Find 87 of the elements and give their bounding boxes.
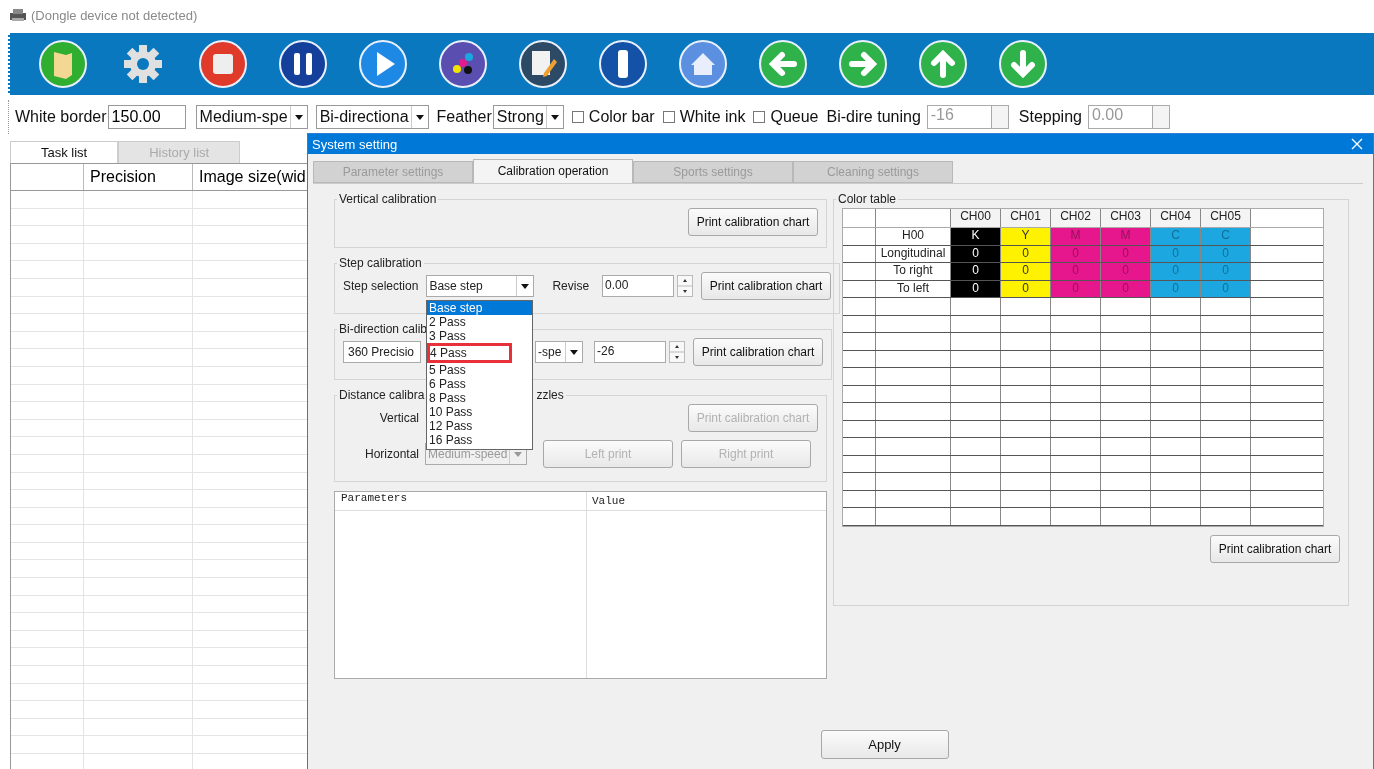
table-cell: 0 xyxy=(1051,263,1101,280)
step-option[interactable]: 6 Pass xyxy=(427,377,532,391)
step-option[interactable]: 5 Pass xyxy=(427,363,532,377)
step-option[interactable]: 3 Pass xyxy=(427,329,532,343)
horizontal-label: Horizontal xyxy=(363,447,419,461)
step-dropdown[interactable]: Base step xyxy=(426,275,535,297)
print-chart-button[interactable]: Print calibration chart xyxy=(1210,534,1340,563)
precision-dropdown[interactable]: 360 Precisio xyxy=(343,341,421,363)
spinner-arrows-icon[interactable] xyxy=(677,275,694,297)
print-chart-button[interactable]: Print calibration chart xyxy=(693,338,823,366)
home-icon[interactable] xyxy=(678,39,728,89)
table-cell: 0 xyxy=(1151,263,1201,280)
play-icon[interactable] xyxy=(358,39,408,89)
table-cell: 0 xyxy=(951,263,1001,280)
column-header: Parameters xyxy=(335,492,587,510)
feather-label: Feather xyxy=(436,108,492,126)
table-cell: 0 xyxy=(1201,263,1251,280)
table-cell: K xyxy=(951,228,1001,245)
app-status-title: (Dongle device not detected) xyxy=(31,7,198,23)
column-header: CH02 xyxy=(1051,209,1101,227)
column-header: CH03 xyxy=(1101,209,1151,227)
group-title: Color table xyxy=(837,192,898,206)
arrow-down-icon[interactable] xyxy=(998,39,1048,89)
dialog-title: System setting xyxy=(312,136,398,152)
caret-icon xyxy=(415,114,424,120)
column-header: Image size(wid xyxy=(198,167,307,187)
table-cell: M xyxy=(1101,228,1151,245)
group-title: Distance calibra xyxy=(339,388,425,402)
caret-icon xyxy=(550,114,559,120)
border-setting-field[interactable]: 150.00 xyxy=(107,105,186,129)
print-chart-button[interactable]: Print calibration chart xyxy=(701,272,832,300)
caret-icon xyxy=(570,349,578,355)
checkbox-option[interactable]: Queue xyxy=(753,108,819,126)
table-cell: 0 xyxy=(1101,263,1151,280)
folder-icon[interactable] xyxy=(38,39,88,89)
vertical-label: Vertical xyxy=(378,411,419,425)
stepping-label: Stepping xyxy=(1018,108,1082,126)
group-title: zzles xyxy=(536,388,564,402)
column-header: Precision xyxy=(84,164,193,190)
apply-button[interactable]: Apply xyxy=(820,730,949,759)
caret-icon xyxy=(294,114,303,120)
revise-field[interactable]: 0.00 xyxy=(602,275,675,297)
settings-tab[interactable]: Calibration operation xyxy=(473,159,633,183)
step-option[interactable]: 8 Pass xyxy=(427,391,532,405)
caret-icon xyxy=(521,283,530,289)
step-option[interactable]: 10 Pass xyxy=(427,405,532,419)
table-cell: C xyxy=(1151,228,1201,245)
table-cell: C xyxy=(1201,228,1251,245)
table-cell: 0 xyxy=(1001,263,1051,280)
bottle-icon[interactable] xyxy=(598,39,648,89)
step-option[interactable]: 2 Pass xyxy=(427,315,532,329)
list-tab[interactable]: Task list xyxy=(10,141,119,163)
group-title: Vertical calibration xyxy=(338,192,438,206)
close-icon[interactable] xyxy=(1351,138,1363,150)
group-title: Bi-direction calib xyxy=(338,322,429,336)
checkbox-option[interactable]: Color bar xyxy=(571,108,655,126)
step-option[interactable]: 4 Pass xyxy=(427,343,512,363)
group-title: Step calibration xyxy=(338,256,423,270)
printer-icon xyxy=(9,8,27,22)
arrow-right-icon[interactable] xyxy=(838,39,888,89)
column-header: CH01 xyxy=(1001,209,1051,227)
step-selection-label: Step selection xyxy=(343,279,419,293)
table-cell: M xyxy=(1051,228,1101,245)
table-cell: Y xyxy=(1001,228,1051,245)
direction-dropdown[interactable]: Bi-directiona xyxy=(315,105,429,129)
spinner-arrows-icon[interactable] xyxy=(669,341,685,363)
step-option[interactable]: Base step xyxy=(427,301,532,315)
column-header: CH00 xyxy=(951,209,1001,227)
pause-icon[interactable] xyxy=(278,39,328,89)
bi-direction-value-field[interactable]: -26 xyxy=(594,341,666,363)
speed-dropdown[interactable]: -spe xyxy=(535,341,583,363)
speed-dropdown[interactable]: Medium-spe xyxy=(195,105,308,129)
arrow-left-icon[interactable] xyxy=(758,39,808,89)
print-chart-button[interactable]: Print calibration chart xyxy=(688,208,818,236)
stop-icon[interactable] xyxy=(198,39,248,89)
column-header: Value xyxy=(591,495,626,507)
ink-drops-icon[interactable] xyxy=(438,39,488,89)
step-option[interactable]: 12 Pass xyxy=(427,419,532,433)
feather-dropdown[interactable]: Strong xyxy=(492,105,564,129)
column-header: CH04 xyxy=(1151,209,1201,227)
document-pencil-icon[interactable] xyxy=(518,39,568,89)
border-setting-label: White border xyxy=(15,108,107,126)
arrow-up-icon[interactable] xyxy=(918,39,968,89)
bi-dire-tuning-label: Bi-dire tuning xyxy=(826,108,921,126)
column-header: CH05 xyxy=(1201,209,1251,227)
revise-label: Revise xyxy=(552,279,590,293)
checkbox-option[interactable]: White ink xyxy=(662,108,746,126)
